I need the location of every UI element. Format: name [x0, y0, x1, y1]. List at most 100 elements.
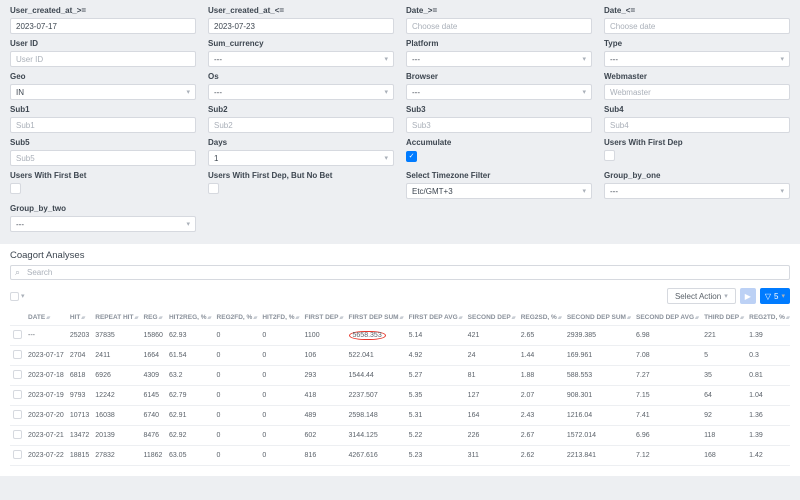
text-input[interactable]: Sub4: [604, 117, 790, 133]
select-input[interactable]: IN▾: [10, 84, 196, 100]
cell: 106: [302, 346, 346, 366]
cell: 164: [465, 406, 518, 426]
select-input[interactable]: ---▾: [406, 51, 592, 67]
cell: 0: [259, 366, 301, 386]
cell: 311: [465, 446, 518, 466]
filter-field: Type---▾: [604, 39, 790, 67]
select-all-checkbox[interactable]: [10, 292, 19, 301]
column-header[interactable]: HIT2FD, %▴▾: [259, 310, 301, 326]
checkbox[interactable]: [208, 183, 219, 194]
cell: 13472: [67, 426, 92, 446]
field-label: User ID: [10, 39, 196, 48]
date-input[interactable]: Choose date: [406, 18, 592, 34]
column-header[interactable]: HIT▴▾: [67, 310, 92, 326]
text-input[interactable]: Sub1: [10, 117, 196, 133]
table-body: ---25203378351586062.930011005658.3535.1…: [10, 326, 790, 466]
checkbox[interactable]: [604, 150, 615, 161]
chevron-down-icon: ▾: [582, 55, 586, 63]
select-input[interactable]: ---▾: [604, 51, 790, 67]
sort-icon: ▴▾: [400, 315, 403, 321]
column-header[interactable]: REG2SD, %▴▾: [518, 310, 564, 326]
column-header[interactable]: REG2FD, %▴▾: [214, 310, 260, 326]
cell: 7.41: [633, 406, 701, 426]
cell: 5.23: [406, 446, 465, 466]
text-input[interactable]: Sub3: [406, 117, 592, 133]
select-input[interactable]: ---▾: [604, 183, 790, 199]
cell: 6818: [67, 366, 92, 386]
column-header[interactable]: SECOND DEP AVG▴▾: [633, 310, 701, 326]
table-row[interactable]: 2023-07-2218815278321186263.05008164267.…: [10, 446, 790, 466]
column-header[interactable]: FIRST DEP▴▾: [302, 310, 346, 326]
sort-icon: ▴▾: [81, 315, 84, 321]
sort-icon: ▴▾: [786, 315, 789, 321]
highlighted-value: 5658.353: [349, 331, 386, 340]
cell: 2023-07-22: [25, 446, 67, 466]
checkbox[interactable]: ✓: [406, 151, 417, 162]
column-header[interactable]: FIRST DEP SUM▴▾: [346, 310, 406, 326]
sort-icon: ▴▾: [208, 315, 211, 321]
row-checkbox[interactable]: [13, 370, 22, 379]
table-row[interactable]: 2023-07-1868186926430963.2002931544.445.…: [10, 366, 790, 386]
column-header[interactable]: REG▴▾: [140, 310, 165, 326]
chevron-down-icon: ▾: [186, 88, 190, 96]
select-input[interactable]: 1▾: [208, 150, 394, 166]
column-header[interactable]: SECOND DEP▴▾: [465, 310, 518, 326]
field-label: Date_<=: [604, 6, 790, 15]
select-input[interactable]: ---▾: [208, 51, 394, 67]
text-input[interactable]: User ID: [10, 51, 196, 67]
column-header[interactable]: REG2TD, %▴▾: [746, 310, 790, 326]
date-input[interactable]: Choose date: [604, 18, 790, 34]
cell: 0: [214, 406, 260, 426]
field-label: Users With First Dep: [604, 138, 790, 147]
table-row[interactable]: 2023-07-1727042411166461.5400106522.0414…: [10, 346, 790, 366]
select-input[interactable]: ---▾: [208, 84, 394, 100]
row-checkbox[interactable]: [13, 330, 22, 339]
row-checkbox[interactable]: [13, 430, 22, 439]
search-input[interactable]: Search: [10, 265, 790, 280]
select-input[interactable]: ---▾: [406, 84, 592, 100]
cell: 20139: [92, 426, 140, 446]
chevron-down-icon: ▾: [186, 220, 190, 228]
cell: 1.44: [518, 346, 564, 366]
data-table-wrap[interactable]: DATE▴▾HIT▴▾REPEAT HIT▴▾REG▴▾HIT2REG, %▴▾…: [10, 310, 790, 466]
column-header[interactable]: HIT2REG, %▴▾: [166, 310, 214, 326]
filter-field: Sub4Sub4: [604, 105, 790, 133]
cell: 522.041: [346, 346, 406, 366]
chevron-down-icon[interactable]: ▾: [21, 292, 25, 300]
cell: 1.42: [746, 446, 790, 466]
column-header[interactable]: FIRST DEP AVG▴▾: [406, 310, 465, 326]
table-row[interactable]: 2023-07-201071316038674062.91004892598.1…: [10, 406, 790, 426]
chevron-down-icon: ▾: [582, 187, 586, 195]
column-header[interactable]: DATE▴▾: [25, 310, 67, 326]
cell: 2023-07-21: [25, 426, 67, 446]
select-action-dropdown[interactable]: Select Action▾: [667, 288, 736, 304]
column-header[interactable]: SECOND DEP SUM▴▾: [564, 310, 633, 326]
select-input[interactable]: ---▾: [10, 216, 196, 232]
column-header[interactable]: THIRD DEP▴▾: [701, 310, 746, 326]
text-input[interactable]: Sub5: [10, 150, 196, 166]
row-checkbox[interactable]: [13, 350, 22, 359]
cell: 168: [701, 446, 746, 466]
chevron-down-icon: ▾: [780, 55, 784, 63]
run-button[interactable]: ▶: [740, 288, 756, 304]
row-checkbox[interactable]: [13, 390, 22, 399]
column-header[interactable]: REPEAT HIT▴▾: [92, 310, 140, 326]
cell: 35: [701, 366, 746, 386]
text-input[interactable]: Sub2: [208, 117, 394, 133]
table-row[interactable]: 2023-07-211347220139847662.92006023144.1…: [10, 426, 790, 446]
date-input[interactable]: 2023-07-17: [10, 18, 196, 34]
table-row[interactable]: 2023-07-19979312242614562.79004182237.50…: [10, 386, 790, 406]
text-input[interactable]: Webmaster: [604, 84, 790, 100]
filter-field: Group_by_one---▾: [604, 171, 790, 199]
filter-button[interactable]: ▽5▾: [760, 288, 790, 304]
field-label: Users With First Dep, But No Bet: [208, 171, 394, 180]
row-checkbox[interactable]: [13, 410, 22, 419]
cell: 2.65: [518, 326, 564, 346]
field-label: User_created_at_>=: [10, 6, 196, 15]
select-input[interactable]: Etc/GMT+3▾: [406, 183, 592, 199]
checkbox[interactable]: [10, 183, 21, 194]
table-row[interactable]: ---25203378351586062.930011005658.3535.1…: [10, 326, 790, 346]
sort-icon: ▴▾: [134, 315, 137, 321]
row-checkbox[interactable]: [13, 450, 22, 459]
date-input[interactable]: 2023-07-23: [208, 18, 394, 34]
